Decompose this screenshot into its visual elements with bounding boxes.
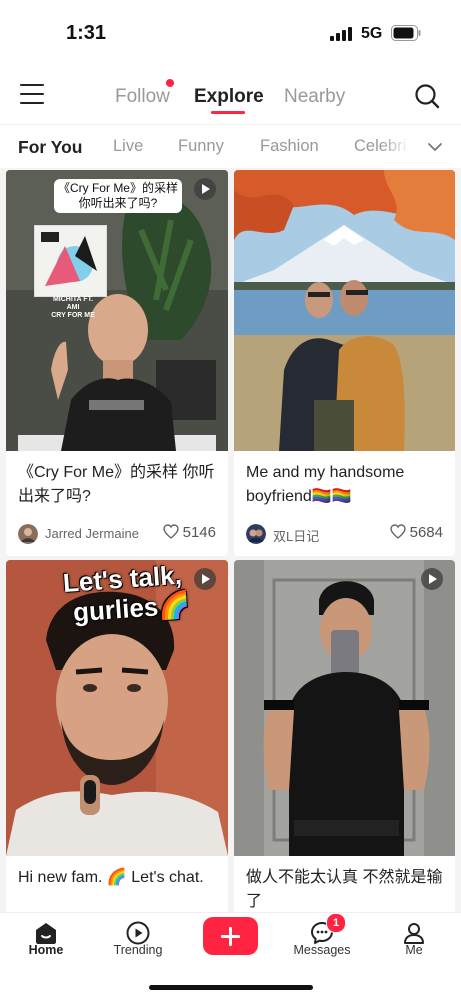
home-indicator (149, 985, 313, 990)
signal-icon (330, 27, 352, 41)
post-thumbnail[interactable]: 《Cry For Me》的采样 你听出来了吗? MICHITA FT. AMI … (6, 170, 228, 451)
post-meta: Jarred Jermaine 5146 (18, 524, 218, 546)
category-for-you[interactable]: For You (18, 137, 83, 158)
status-bar: 1:31 5G (0, 0, 461, 66)
tab-nearby[interactable]: Nearby (284, 86, 345, 108)
post-card[interactable]: 《Cry For Me》的采样 你听出来了吗? MICHITA FT. AMI … (6, 170, 228, 556)
like-count: 5146 (182, 524, 216, 541)
tab-explore[interactable]: Explore (194, 86, 264, 108)
messages-badge: 1 (326, 913, 346, 933)
battery-icon (391, 25, 421, 41)
avatar[interactable] (18, 524, 38, 544)
tab-follow[interactable]: Follow (115, 86, 170, 108)
post-title[interactable]: 做人不能太认真 不然就是输了 (234, 856, 455, 912)
category-fade (380, 125, 424, 169)
author-name[interactable]: 双L日记 (273, 526, 319, 545)
like-button[interactable]: 5684 (389, 524, 443, 541)
overlay-caption: 《Cry For Me》的采样 你听出来了吗? (54, 179, 182, 213)
video-play-icon (194, 178, 216, 200)
chevron-down-icon[interactable] (427, 139, 443, 155)
album-cover-image (34, 225, 107, 297)
home-icon (36, 923, 56, 944)
like-count: 5684 (409, 524, 443, 541)
post-meta: 双L日记 5684 (246, 524, 445, 546)
video-play-icon (194, 568, 216, 590)
profile-icon (404, 923, 424, 944)
video-play-icon (421, 568, 443, 590)
post-thumbnail[interactable] (234, 170, 455, 451)
heart-icon (389, 524, 406, 539)
post-card[interactable]: 做人不能太认真 不然就是输了 (234, 560, 455, 912)
top-navigation: Follow Explore Nearby (0, 70, 461, 122)
like-button[interactable]: 5146 (162, 524, 216, 541)
status-time: 1:31 (66, 22, 107, 44)
feed-grid: 《Cry For Me》的采样 你听出来了吗? MICHITA FT. AMI … (0, 168, 461, 912)
category-live[interactable]: Live (113, 137, 143, 156)
nav-home-label: Home (28, 943, 64, 957)
search-icon[interactable] (414, 83, 440, 109)
video-frame-image (234, 560, 455, 856)
category-funny[interactable]: Funny (178, 137, 224, 156)
nav-trending-label: Trending (113, 943, 163, 957)
post-card[interactable]: Let's talk, gurlies🌈 Hi new fam. 🌈 Let's… (6, 560, 228, 912)
overlay-caption-line: 你听出来了吗? (78, 196, 158, 210)
overlay-caption: Let's talk, gurlies🌈 (62, 560, 192, 628)
heart-icon (162, 524, 179, 539)
post-card[interactable]: Me and my handsome boyfriend🏳️‍🌈🏳️‍🌈 双L日… (234, 170, 455, 556)
photo-image (234, 170, 455, 451)
nav-me-label: Me (405, 943, 423, 957)
author-name[interactable]: Jarred Jermaine (45, 526, 139, 541)
avatar[interactable] (246, 524, 266, 544)
menu-icon[interactable] (20, 84, 44, 104)
album-caption-line: CRY FOR ME (51, 312, 95, 319)
post-thumbnail[interactable] (234, 560, 455, 856)
network-type: 5G (361, 25, 383, 42)
nav-messages-label: Messages (293, 943, 351, 957)
album-caption: MICHITA FT. AMI CRY FOR ME (48, 296, 98, 320)
post-title[interactable]: Me and my handsome boyfriend🏳️‍🌈🏳️‍🌈 (234, 451, 455, 509)
category-bar: For You Live Funny Fashion Celebri (0, 124, 461, 169)
post-thumbnail[interactable]: Let's talk, gurlies🌈 (6, 560, 228, 856)
post-title[interactable]: 《Cry For Me》的采样 你听出来了吗? (6, 451, 228, 509)
post-title[interactable]: Hi new fam. 🌈 Let's chat. (6, 856, 228, 890)
play-circle-icon (126, 921, 150, 945)
overlay-caption-line: 《Cry For Me》的采样 (57, 181, 178, 195)
category-fashion[interactable]: Fashion (260, 137, 319, 156)
active-tab-indicator (211, 111, 245, 114)
create-post-button[interactable] (203, 917, 258, 955)
album-caption-line: MICHITA FT. AMI (52, 296, 94, 311)
notification-dot (166, 79, 174, 87)
